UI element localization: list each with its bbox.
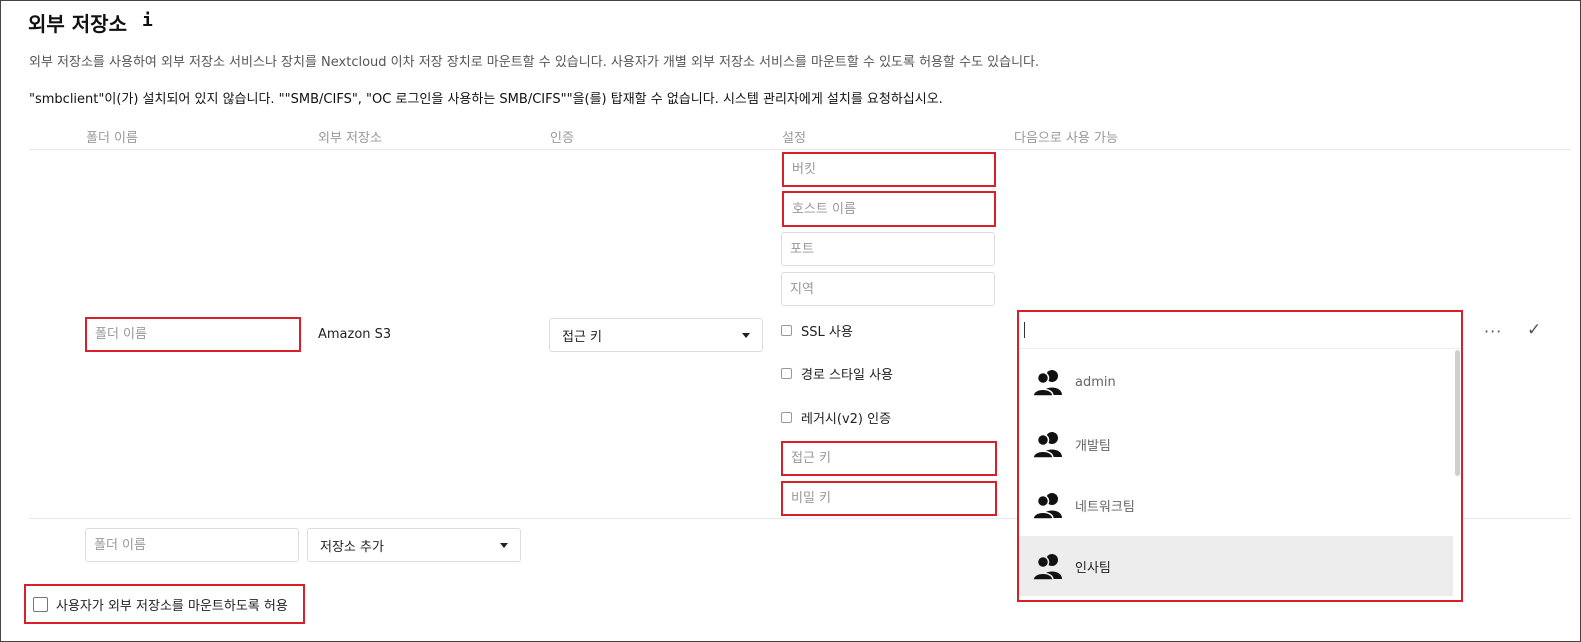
applicable-option-label: 네트워크팀 bbox=[1075, 499, 1135, 515]
access-key-input[interactable] bbox=[781, 441, 997, 476]
allow-user-mounting-label: 사용자가 외부 저장소를 마운트하도록 허용 bbox=[56, 598, 288, 614]
column-header-storage: 외부 저장소 bbox=[318, 131, 382, 146]
page-title: 외부 저장소 bbox=[28, 12, 127, 36]
hostname-input[interactable] bbox=[782, 191, 996, 227]
applicable-option-highlighted[interactable]: 인사팀 bbox=[1019, 536, 1453, 596]
auth-select[interactable]: 접근 키 bbox=[549, 318, 763, 352]
ssl-label: SSL 사용 bbox=[801, 325, 853, 340]
add-storage-label: 저장소 추가 bbox=[320, 539, 384, 555]
allow-user-mounting-checkbox[interactable] bbox=[33, 596, 48, 612]
auth-select-value: 접근 키 bbox=[562, 329, 603, 345]
section-description: 외부 저장소를 사용하여 외부 저장소 서비스나 장치를 Nextcloud 이… bbox=[29, 55, 1040, 70]
legacy-auth-checkbox-row[interactable]: 레거시(v2) 인증 bbox=[781, 408, 891, 427]
header-divider bbox=[29, 149, 1571, 150]
more-options-icon[interactable]: ··· bbox=[1484, 322, 1502, 341]
applicable-option-label: 인사팀 bbox=[1075, 560, 1111, 576]
backend-name: Amazon S3 bbox=[318, 327, 392, 342]
column-header-folder: 폴더 이름 bbox=[86, 131, 138, 146]
applicable-option-label: 개발팀 bbox=[1075, 438, 1111, 454]
group-icon bbox=[1033, 554, 1062, 580]
applicable-option[interactable]: admin bbox=[1019, 352, 1453, 412]
new-folder-name-input[interactable] bbox=[85, 528, 299, 562]
legacy-auth-checkbox[interactable] bbox=[781, 412, 792, 423]
caret-down-icon bbox=[742, 332, 750, 338]
group-icon bbox=[1033, 370, 1062, 396]
save-check-icon[interactable]: ✓ bbox=[1527, 320, 1541, 340]
port-input[interactable] bbox=[781, 232, 995, 266]
smbclient-warning: "smbclient"이(가) 설치되어 있지 않습니다. ""SMB/CIFS… bbox=[29, 92, 943, 107]
applicable-option[interactable]: 개발팀 bbox=[1019, 414, 1453, 474]
ssl-checkbox-row[interactable]: SSL 사용 bbox=[781, 321, 853, 340]
group-icon bbox=[1033, 432, 1062, 458]
dropdown-scrollbar[interactable] bbox=[1455, 350, 1460, 476]
column-header-applicable: 다음으로 사용 가능 bbox=[1014, 131, 1118, 146]
dropdown-separator bbox=[1019, 348, 1461, 349]
bucket-input[interactable] bbox=[782, 152, 996, 187]
folder-name-input[interactable] bbox=[85, 317, 301, 352]
applicable-search-caret[interactable] bbox=[1024, 322, 1025, 338]
add-storage-select[interactable]: 저장소 추가 bbox=[307, 528, 521, 562]
region-input[interactable] bbox=[781, 272, 995, 306]
applicable-option[interactable]: 네트워크팀 bbox=[1019, 475, 1453, 535]
group-icon bbox=[1033, 493, 1062, 519]
path-style-label: 경로 스타일 사용 bbox=[801, 368, 893, 383]
column-header-config: 설정 bbox=[782, 131, 806, 146]
column-header-auth: 인증 bbox=[550, 131, 574, 146]
info-icon[interactable]: i bbox=[142, 10, 153, 31]
caret-down-icon bbox=[500, 542, 508, 548]
ssl-checkbox[interactable] bbox=[781, 325, 792, 336]
applicable-option-label: admin bbox=[1075, 374, 1116, 390]
path-style-checkbox-row[interactable]: 경로 스타일 사용 bbox=[781, 364, 893, 383]
legacy-auth-label: 레거시(v2) 인증 bbox=[801, 412, 892, 427]
allow-user-mounting-row[interactable]: 사용자가 외부 저장소를 마운트하도록 허용 bbox=[24, 584, 305, 624]
path-style-checkbox[interactable] bbox=[781, 368, 792, 379]
secret-key-input[interactable] bbox=[781, 481, 997, 516]
